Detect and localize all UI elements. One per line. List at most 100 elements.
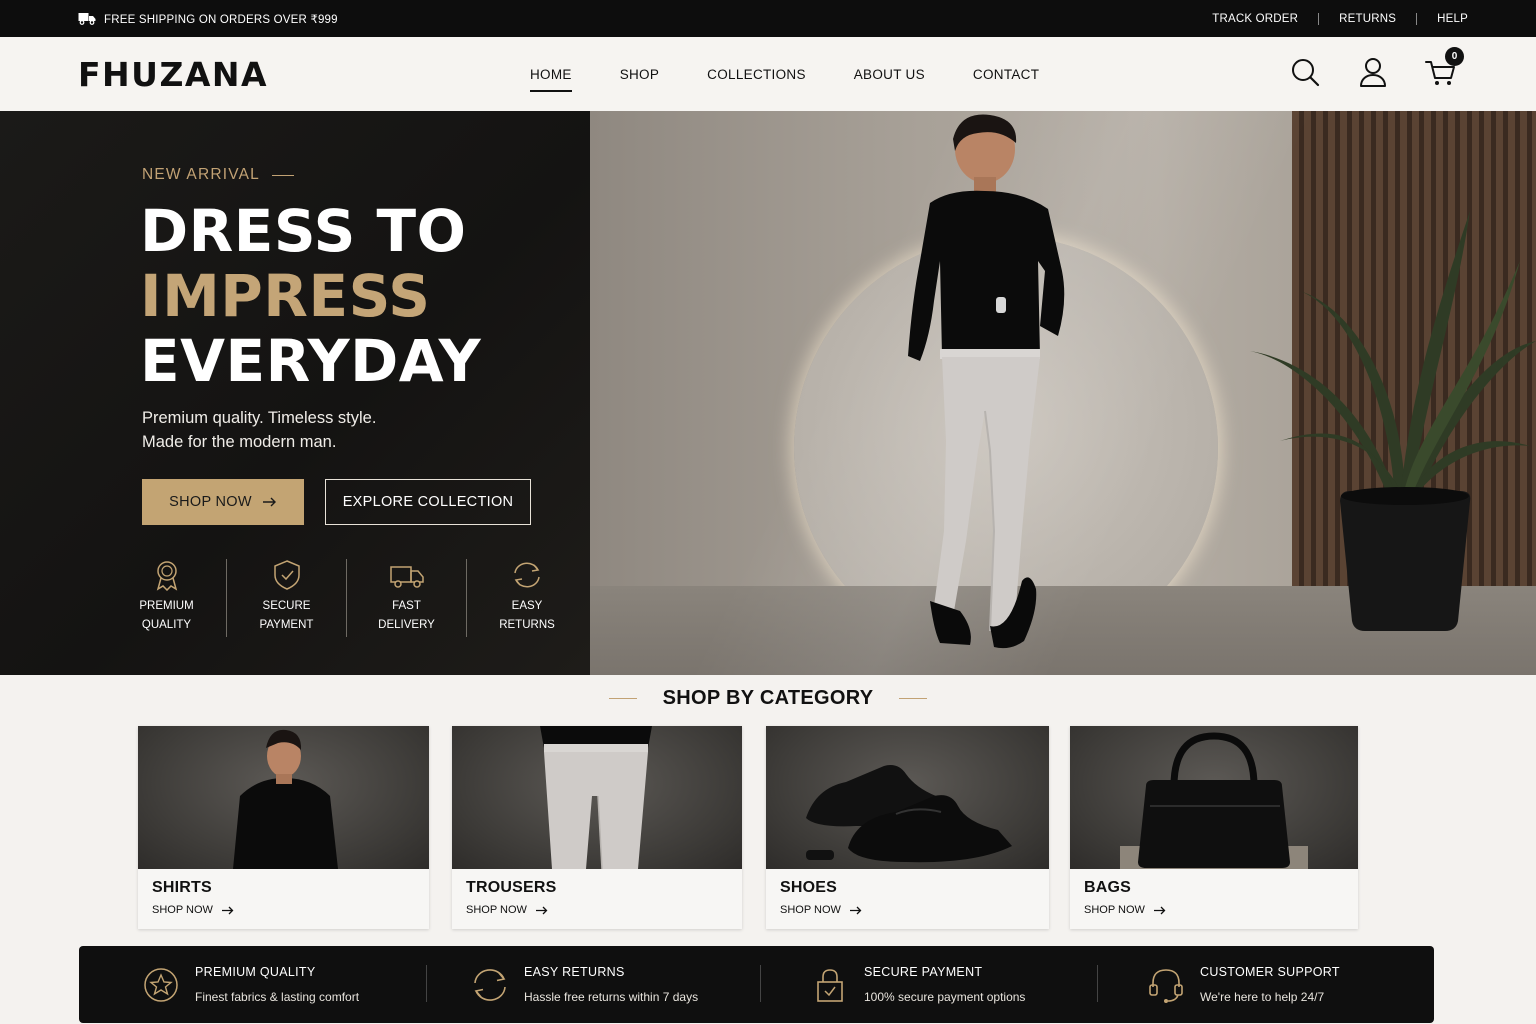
feature-line-1: SECURE	[262, 600, 311, 612]
shoes-image	[766, 726, 1049, 869]
nav-collections[interactable]: COLLECTIONS	[683, 37, 830, 111]
truck-icon	[389, 566, 424, 588]
headline-line-3: EVERYDAY	[140, 327, 482, 395]
divider	[426, 965, 427, 1002]
award-icon	[156, 561, 177, 591]
brand-logo[interactable]: FHUZANA	[78, 55, 268, 94]
card-shop-now-link[interactable]: SHOP NOW	[1084, 904, 1166, 916]
benefit-title: EASY RETURNS	[524, 965, 625, 979]
explore-collection-button[interactable]: EXPLORE COLLECTION	[325, 479, 531, 525]
eyebrow-dash	[272, 174, 294, 176]
divider	[760, 965, 761, 1002]
category-card-trousers[interactable]: TROUSERS SHOP NOW	[452, 726, 742, 929]
card-cta-label: SHOP NOW	[1084, 904, 1145, 916]
truck-icon	[78, 13, 96, 25]
card-cta-label: SHOP NOW	[780, 904, 841, 916]
card-title: BAGS	[1084, 879, 1132, 896]
benefits-bar: PREMIUM QUALITY Finest fabrics & lasting…	[79, 946, 1434, 1023]
arrow-right-icon	[221, 906, 234, 914]
card-shop-now-link[interactable]: SHOP NOW	[152, 904, 234, 916]
headline-line-2: IMPRESS	[140, 262, 431, 330]
feature-line-2: QUALITY	[141, 619, 192, 631]
arrow-right-icon	[262, 497, 276, 507]
trousers-image	[452, 726, 742, 869]
shipping-notice: FREE SHIPPING ON ORDERS OVER ₹999	[78, 12, 338, 26]
heading-line-left	[608, 698, 637, 699]
user-icon[interactable]	[1356, 55, 1390, 89]
shipping-text: FREE SHIPPING ON ORDERS OVER ₹999	[104, 13, 338, 26]
feature-line-2: PAYMENT	[259, 619, 314, 631]
hero-banner: NEW ARRIVAL DRESS TO IMPRESS EVERYDAY Pr…	[0, 111, 1536, 675]
hero-headline: DRESS TO IMPRESS EVERYDAY	[140, 199, 481, 394]
nav-contact[interactable]: CONTACT	[949, 37, 1063, 111]
nav-about-us[interactable]: ABOUT US	[830, 37, 949, 111]
card-title: SHIRTS	[152, 879, 212, 896]
arrow-right-icon	[1153, 906, 1166, 914]
feature-line-2: RETURNS	[499, 619, 555, 631]
shop-now-label: SHOP NOW	[169, 494, 252, 510]
nav-home[interactable]: HOME	[506, 37, 596, 111]
card-title: SHOES	[780, 879, 838, 896]
model-image	[908, 114, 1065, 649]
feature-easy-returns: EASY RETURNS	[467, 559, 587, 637]
shirts-image	[138, 726, 429, 869]
feature-line-1: PREMIUM	[139, 600, 194, 612]
cart-count-badge: 0	[1445, 47, 1464, 66]
returns-link[interactable]: RETURNS	[1319, 13, 1416, 25]
benefit-desc: We're here to help 24/7	[1200, 990, 1325, 1004]
benefit-desc: 100% secure payment options	[864, 990, 1026, 1004]
headset-icon	[1149, 968, 1183, 1003]
feature-line-1: EASY	[511, 600, 543, 612]
hero-subtext: Premium quality. Timeless style. Made fo…	[142, 406, 376, 454]
category-card-shirts[interactable]: SHIRTS SHOP NOW	[138, 726, 429, 929]
card-shop-now-link[interactable]: SHOP NOW	[466, 904, 548, 916]
headline-line-1: DRESS TO	[140, 197, 467, 265]
benefit-secure-payment: SECURE PAYMENT 100% secure payment optio…	[810, 946, 1025, 1023]
feature-line-2: DELIVERY	[378, 619, 435, 631]
eyebrow-label: NEW ARRIVAL	[142, 166, 294, 184]
feature-premium-quality: PREMIUM QUALITY	[107, 559, 227, 637]
benefit-desc: Finest fabrics & lasting comfort	[195, 990, 360, 1004]
benefit-title: PREMIUM QUALITY	[195, 965, 316, 979]
star-badge-icon	[144, 967, 178, 1002]
card-shop-now-link[interactable]: SHOP NOW	[780, 904, 862, 916]
cart-icon[interactable]: 0	[1424, 47, 1464, 89]
category-heading-text: SHOP BY CATEGORY	[662, 687, 874, 709]
lock-icon	[817, 968, 843, 1002]
benefit-easy-returns: EASY RETURNS Hassle free returns within …	[470, 946, 698, 1023]
card-cta-label: SHOP NOW	[466, 904, 527, 916]
category-card-bags[interactable]: BAGS SHOP NOW	[1070, 726, 1358, 929]
benefit-customer-support: CUSTOMER SUPPORT We're here to help 24/7	[1146, 946, 1340, 1023]
shield-check-icon	[273, 560, 300, 590]
benefit-title: CUSTOMER SUPPORT	[1200, 965, 1340, 979]
arrow-right-icon	[849, 906, 862, 914]
hero-feature-list: PREMIUM QUALITY SECURE PAYMENT FAST DELI…	[107, 559, 587, 637]
card-title: TROUSERS	[466, 879, 557, 896]
benefit-premium-quality: PREMIUM QUALITY Finest fabrics & lasting…	[141, 946, 359, 1023]
benefit-desc: Hassle free returns within 7 days	[524, 990, 699, 1004]
subtext-line-2: Made for the modern man.	[142, 433, 337, 451]
main-nav: HOME SHOP COLLECTIONS ABOUT US CONTACT	[506, 37, 1063, 111]
feature-line-1: FAST	[392, 600, 421, 612]
divider	[1097, 965, 1098, 1002]
main-header: FHUZANA HOME SHOP COLLECTIONS ABOUT US C…	[0, 37, 1536, 111]
nav-shop[interactable]: SHOP	[596, 37, 683, 111]
search-icon[interactable]	[1288, 55, 1322, 89]
feature-secure-payment: SECURE PAYMENT	[227, 559, 347, 637]
category-section-heading: SHOP BY CATEGORY	[0, 687, 1536, 710]
eyebrow-text: NEW ARRIVAL	[142, 166, 260, 183]
card-cta-label: SHOP NOW	[152, 904, 213, 916]
arrow-right-icon	[535, 906, 548, 914]
category-card-shoes[interactable]: SHOES SHOP NOW	[766, 726, 1049, 929]
track-order-link[interactable]: TRACK ORDER	[1192, 13, 1318, 25]
help-link[interactable]: HELP	[1417, 13, 1468, 25]
announcement-bar: FREE SHIPPING ON ORDERS OVER ₹999 TRACK …	[0, 0, 1536, 37]
shop-now-button[interactable]: SHOP NOW	[142, 479, 304, 525]
potted-plant-image	[1250, 211, 1536, 631]
benefit-title: SECURE PAYMENT	[864, 965, 983, 979]
heading-line-right	[899, 698, 928, 699]
bags-image	[1070, 726, 1358, 869]
refresh-icon	[474, 968, 506, 1001]
refresh-icon	[514, 562, 540, 588]
feature-fast-delivery: FAST DELIVERY	[347, 559, 467, 637]
